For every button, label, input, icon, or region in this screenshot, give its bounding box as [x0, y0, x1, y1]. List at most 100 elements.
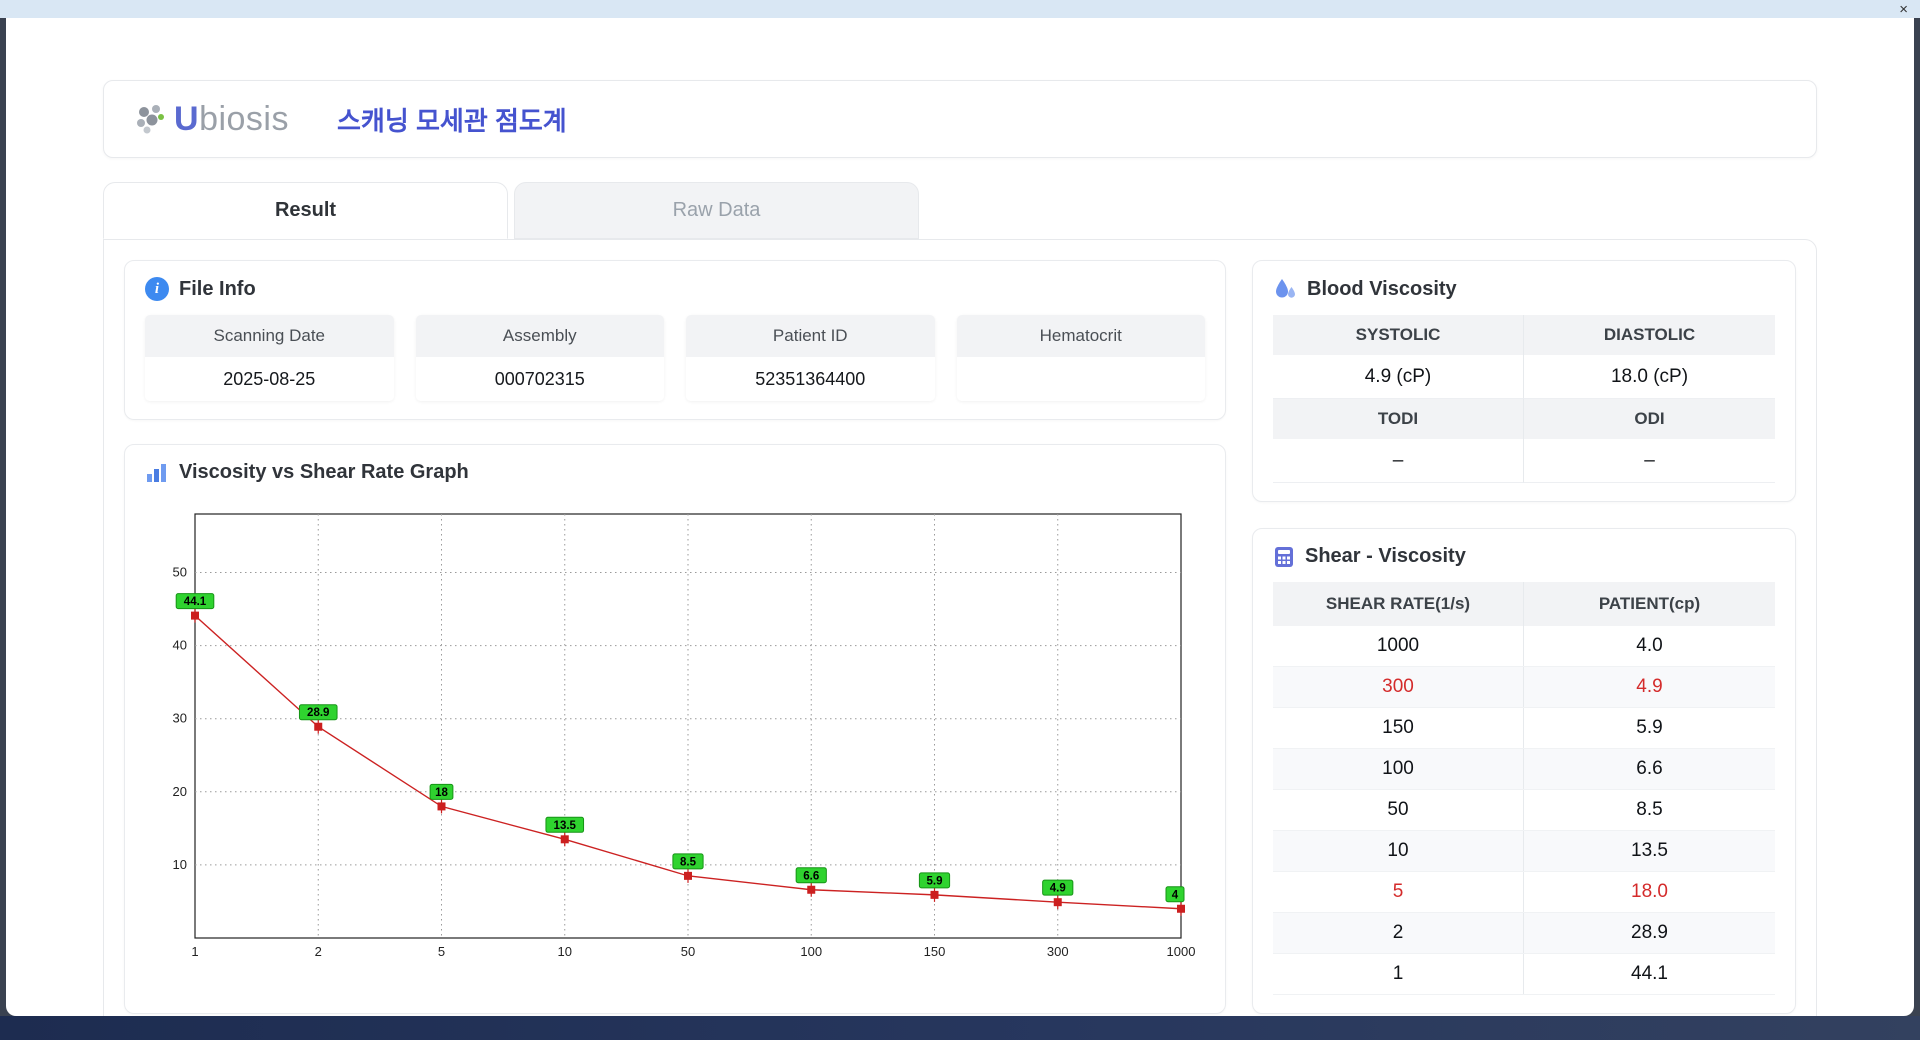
- tab-bar: Result Raw Data: [103, 182, 1817, 239]
- file-info-title-row: i File Info: [145, 277, 1205, 301]
- svg-text:8.5: 8.5: [680, 856, 697, 868]
- shear-table-row: 150 5.9: [1273, 708, 1775, 749]
- file-info-fields: Scanning Date 2025-08-25 Assembly 000702…: [145, 315, 1205, 401]
- odi-header: ODI: [1524, 399, 1775, 439]
- odi-value: –: [1524, 439, 1775, 483]
- tab-raw-data[interactable]: Raw Data: [514, 182, 919, 239]
- graph-title-row: Viscosity vs Shear Rate Graph: [145, 461, 1205, 484]
- shear-rate-cell: 150: [1273, 708, 1524, 748]
- patient-viscosity-cell: 44.1: [1631, 963, 1668, 984]
- svg-text:1: 1: [191, 944, 198, 959]
- svg-text:4: 4: [1172, 889, 1179, 901]
- shear-table-row: 300 4.9: [1273, 667, 1775, 708]
- app-header: Ubiosis 스캐닝 모세관 점도계: [103, 80, 1817, 158]
- patient-viscosity-cell: 4.9: [1636, 676, 1663, 697]
- shear-rate-cell: 10: [1273, 831, 1524, 871]
- app-window: Ubiosis 스캐닝 모세관 점도계 Result Raw Data i Fi…: [6, 18, 1914, 1016]
- field-assembly: Assembly 000702315: [415, 315, 664, 401]
- svg-text:50: 50: [173, 564, 187, 579]
- svg-text:30: 30: [173, 711, 187, 726]
- shear-rate-cell: 2: [1273, 913, 1524, 953]
- todi-value: –: [1273, 439, 1524, 483]
- svg-text:13.5: 13.5: [554, 820, 577, 832]
- field-value: 52351364400: [686, 357, 935, 401]
- patient-viscosity-cell: 5.9: [1636, 717, 1663, 738]
- field-value: 000702315: [415, 357, 664, 401]
- logo-rest: biosis: [199, 99, 289, 138]
- info-icon: i: [145, 277, 169, 301]
- viscosity-shear-chart: 10 20 30 40 50 1 2 5 10 50 100 150 300 1000 44.1 28.9 18…: [173, 513, 1196, 959]
- logo-text: Ubiosis: [174, 100, 289, 139]
- tab-result[interactable]: Result: [103, 182, 508, 239]
- file-info-panel: i File Info Scanning Date 2025-08-25 Ass…: [124, 260, 1226, 420]
- blood-viscosity-panel: Blood Viscosity SYSTOLIC DIASTOLIC 4.9 (…: [1252, 260, 1796, 502]
- svg-text:1000: 1000: [1167, 944, 1196, 959]
- svg-text:18: 18: [435, 787, 448, 799]
- shear-rate-cell: 100: [1273, 749, 1524, 789]
- patient-viscosity-cell: 18.0: [1631, 881, 1668, 902]
- shear-table-row: 1 44.1: [1273, 954, 1775, 995]
- ubiosis-logo: Ubiosis: [134, 100, 289, 139]
- patient-viscosity-cell: 4.0: [1636, 635, 1663, 656]
- field-value: 2025-08-25: [145, 357, 394, 401]
- svg-text:44.1: 44.1: [184, 596, 207, 608]
- svg-text:4.9: 4.9: [1050, 883, 1066, 895]
- patient-viscosity-cell: 13.5: [1631, 840, 1668, 861]
- svg-text:5.9: 5.9: [927, 875, 943, 887]
- svg-text:150: 150: [924, 944, 946, 959]
- diastolic-header: DIASTOLIC: [1524, 315, 1775, 355]
- svg-text:20: 20: [173, 784, 187, 799]
- systolic-value: 4.9 (cP): [1273, 355, 1524, 399]
- patient-column-header: PATIENT(cp): [1598, 594, 1701, 613]
- logo-dots-icon: [137, 105, 164, 134]
- graph-title: Viscosity vs Shear Rate Graph: [179, 461, 469, 483]
- svg-text:28.9: 28.9: [307, 707, 329, 719]
- shear-table-row: 100 6.6: [1273, 749, 1775, 790]
- shear-table-row: 2 28.9: [1273, 913, 1775, 954]
- page-title: 스캐닝 모세관 점도계: [337, 105, 567, 136]
- svg-text:6.6: 6.6: [803, 870, 819, 882]
- field-label: Patient ID: [686, 315, 935, 357]
- left-column: i File Info Scanning Date 2025-08-25 Ass…: [124, 260, 1226, 1014]
- viscosity-graph-panel: Viscosity vs Shear Rate Graph 10 20 30 40 50…: [124, 444, 1226, 1014]
- shear-title-row: Shear - Viscosity: [1273, 545, 1775, 568]
- svg-text:5: 5: [438, 944, 445, 959]
- shear-rate-column-header: SHEAR RATE(1/s): [1273, 582, 1524, 626]
- field-value: [956, 357, 1205, 401]
- right-column: Blood Viscosity SYSTOLIC DIASTOLIC 4.9 (…: [1252, 260, 1796, 1014]
- result-content: i File Info Scanning Date 2025-08-25 Ass…: [103, 239, 1817, 1016]
- shear-table-body: 1000 4.0 300 4.9 150 5.9 100 6.6 50 8.5 10 13.5 5 18.…: [1273, 626, 1775, 995]
- shear-rate-cell: 5: [1273, 872, 1524, 912]
- svg-text:40: 40: [173, 638, 187, 653]
- shear-viscosity-panel: Shear - Viscosity SHEAR RATE(1/s) PATIEN…: [1252, 528, 1796, 1014]
- diastolic-value: 18.0 (cP): [1524, 355, 1775, 399]
- blood-viscosity-title-row: Blood Viscosity: [1273, 277, 1775, 301]
- field-label: Assembly: [415, 315, 664, 357]
- taskbar: [0, 1016, 1920, 1040]
- shear-rate-cell: 1000: [1273, 626, 1524, 666]
- svg-text:10: 10: [173, 857, 187, 872]
- field-label: Hematocrit: [956, 315, 1205, 357]
- field-hematocrit: Hematocrit: [956, 315, 1205, 401]
- todi-header: TODI: [1273, 399, 1524, 439]
- calculator-icon: [1275, 546, 1293, 567]
- svg-text:300: 300: [1047, 944, 1069, 959]
- svg-text:100: 100: [800, 944, 822, 959]
- blood-viscosity-title: Blood Viscosity: [1307, 277, 1457, 300]
- patient-viscosity-cell: 28.9: [1631, 922, 1668, 943]
- patient-viscosity-cell: 6.6: [1636, 758, 1663, 779]
- patient-viscosity-cell: 8.5: [1636, 799, 1663, 820]
- shear-rate-cell: 300: [1273, 667, 1524, 707]
- shear-table-header: SHEAR RATE(1/s) PATIENT(cp): [1273, 582, 1775, 626]
- close-button[interactable]: ×: [1899, 2, 1908, 17]
- file-info-title: File Info: [179, 277, 256, 300]
- field-patient-id: Patient ID 52351364400: [686, 315, 935, 401]
- shear-table-row: 1000 4.0: [1273, 626, 1775, 667]
- logo-letter-u: U: [174, 99, 200, 138]
- field-label: Scanning Date: [145, 315, 394, 357]
- shear-viscosity-title: Shear - Viscosity: [1305, 545, 1466, 567]
- svg-text:10: 10: [558, 944, 572, 959]
- field-scanning-date: Scanning Date 2025-08-25: [145, 315, 394, 401]
- shear-table-row: 5 18.0: [1273, 872, 1775, 913]
- shear-table-row: 50 8.5: [1273, 790, 1775, 831]
